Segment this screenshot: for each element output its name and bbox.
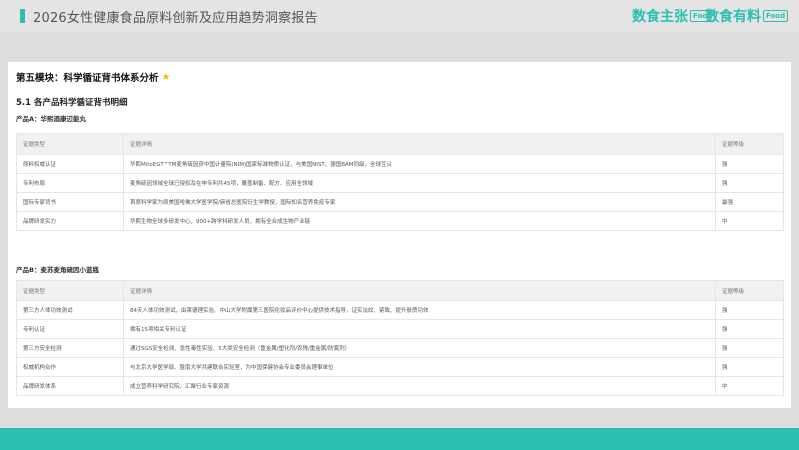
column-header: 证据等级 <box>715 280 784 301</box>
evidence-level: 强 <box>715 319 784 339</box>
brand-badge: Food <box>763 10 789 22</box>
brand-logo-shuzhi-zhuzhang: 数食主张 Food <box>632 6 716 26</box>
evidence-level: 强 <box>715 300 784 320</box>
table-row: 专利认证 拥有15项相关专利认证 强 <box>16 319 784 339</box>
evidence-detail: 通过SGS安全检测、急性毒性实验、5大类安全检测（重金属/塑化剂/农残/重金属/… <box>123 338 716 358</box>
table-row: 原料权威认证 华熙MitoEGT^TM麦角硫因获中国计量院(NIM)国家标准物质… <box>16 154 784 174</box>
table-row: 品牌研发体系 成立营养科学研究院，汇聚行业专家资源 中 <box>16 376 784 396</box>
brand-logo-shushi-youliao: 数食有料 Food <box>705 6 789 26</box>
table-row: 第三方安全检测 通过SGS安全检测、急性毒性实验、5大类安全检测（重金属/塑化剂… <box>16 338 784 358</box>
evidence-type: 品牌研发体系 <box>16 376 124 396</box>
evidence-detail: 84天人体功效测试，由莱德理实验、中山大学附属第三医院化妆品评价中心提供技术指导… <box>123 300 716 320</box>
content-card: 第五模块：科学循证背书体系分析 ★ 5.1 各产品科学循证背书明细 产品A：华熙… <box>8 62 791 408</box>
evidence-detail: 华熙MitoEGT^TM麦角硫因获中国计量院(NIM)国家标准物质认证，与美国N… <box>123 154 716 174</box>
table-row: 权威机构合作 与北京大学医学部、暨南大学共建联合实验室，为中国保健协会专业委员会… <box>16 357 784 377</box>
evidence-type: 权威机构合作 <box>16 357 124 377</box>
product-a-evidence-table: 证据类型 证据详情 证据等级 原料权威认证 华熙MitoEGT^TM麦角硫因获中… <box>16 133 784 231</box>
table-header-row: 证据类型 证据详情 证据等级 <box>16 133 784 155</box>
header-accent-marker <box>20 9 25 23</box>
evidence-detail: 拥有15项相关专利认证 <box>123 319 716 339</box>
product-a-label: 产品A：华熙酒康辺能丸 <box>16 115 87 123</box>
evidence-detail: 麦角硫因领域全球已授权及在申专利共45项，覆盖制备、配方、应用全领域 <box>123 173 716 193</box>
column-header: 证据类型 <box>16 280 124 301</box>
table-row: 专利布局 麦角硫因领域全球已授权及在申专利共45项，覆盖制备、配方、应用全领域 … <box>16 173 784 193</box>
module-title: 第五模块：科学循证背书体系分析 ★ <box>16 70 171 85</box>
module-title-text: 第五模块：科学循证背书体系分析 <box>16 73 159 84</box>
evidence-type: 品牌研发实力 <box>16 211 124 231</box>
star-icon: ★ <box>161 71 171 83</box>
evidence-detail: 成立营养科学研究院，汇聚行业专家资源 <box>123 376 716 396</box>
brand-name: 数食有料 <box>705 9 761 25</box>
evidence-level: 强 <box>715 338 784 358</box>
report-title: 2026女性健康食品原料创新及应用趋势洞察报告 <box>33 10 318 26</box>
table-row: 品牌研发实力 华熙生物全球多研发中心，900+跨学科研发人员，拥有全合成生物产业… <box>16 211 784 231</box>
column-header: 证据等级 <box>715 133 784 155</box>
evidence-type: 专利布局 <box>16 173 124 193</box>
evidence-detail: 华熙生物全球多研发中心，900+跨学科研发人员，拥有全合成生物产业链 <box>123 211 716 231</box>
product-b-evidence-table: 证据类型 证据详情 证据等级 第三方人体功效测试 84天人体功效测试，由莱德理实… <box>16 280 784 396</box>
brand-name: 数食主张 <box>632 9 688 25</box>
table-row: 国际专家背书 首席科学家为原美国哈佛大学医学院/麻省总医院衍生学教授，国际知名营… <box>16 192 784 212</box>
evidence-level: 强 <box>715 357 784 377</box>
evidence-type: 第三方人体功效测试 <box>16 300 124 320</box>
column-header: 证据详情 <box>123 133 716 155</box>
evidence-level: 强 <box>715 154 784 174</box>
evidence-detail: 与北京大学医学部、暨南大学共建联合实验室，为中国保健协会专业委员会理事单位 <box>123 357 716 377</box>
table-row: 第三方人体功效测试 84天人体功效测试，由莱德理实验、中山大学附属第三医院化妆品… <box>16 300 784 320</box>
evidence-level: 中 <box>715 376 784 396</box>
evidence-type: 原料权威认证 <box>16 154 124 174</box>
column-header: 证据详情 <box>123 280 716 301</box>
evidence-type: 国际专家背书 <box>16 192 124 212</box>
evidence-type: 专利认证 <box>16 319 124 339</box>
column-header: 证据类型 <box>16 133 124 155</box>
evidence-level: 强 <box>715 173 784 193</box>
evidence-type: 第三方安全检测 <box>16 338 124 358</box>
evidence-detail: 首席科学家为原美国哈佛大学医学院/麻省总医院衍生学教授，国际知名营养免疫专家 <box>123 192 716 212</box>
product-b-label: 产品B：麦苏麦角硫因小蓝瓶 <box>16 266 99 274</box>
evidence-level: 中 <box>715 211 784 231</box>
section-title: 5.1 各产品科学循证背书明细 <box>16 98 128 108</box>
evidence-level: 最强 <box>715 192 784 212</box>
table-header-row: 证据类型 证据详情 证据等级 <box>16 280 784 301</box>
footer-accent-bar <box>0 428 799 450</box>
